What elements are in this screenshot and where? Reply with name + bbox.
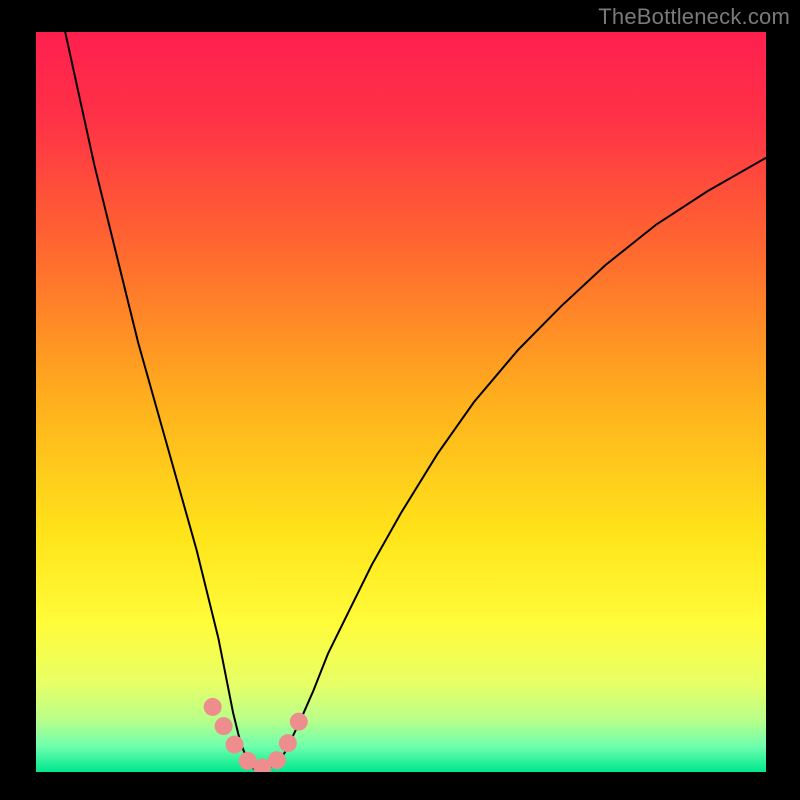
marker-dot	[279, 734, 297, 752]
marker-dot	[215, 717, 233, 735]
marker-dot	[226, 736, 244, 754]
chart-svg	[36, 32, 766, 772]
chart-plot-area	[36, 32, 766, 772]
marker-dot	[204, 698, 222, 716]
watermark-text: TheBottleneck.com	[598, 4, 790, 30]
marker-dot	[268, 751, 286, 769]
chart-background	[36, 32, 766, 772]
marker-dot	[290, 713, 308, 731]
chart-frame: TheBottleneck.com	[0, 0, 800, 800]
